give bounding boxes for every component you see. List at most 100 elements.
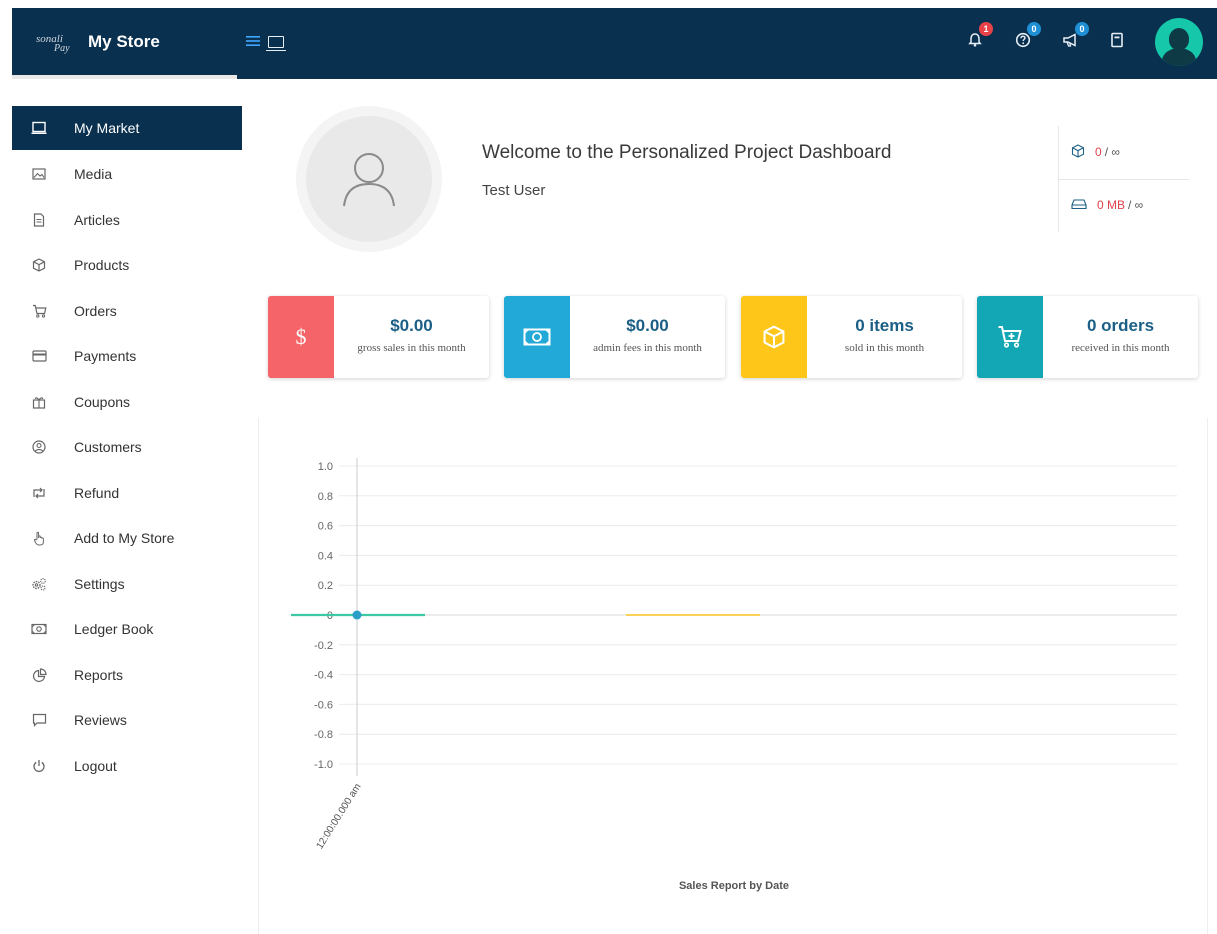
sidebar-item-products[interactable]: Products — [12, 243, 242, 287]
gross-sales-label: gross sales in this month — [357, 342, 466, 354]
document-icon — [30, 211, 48, 229]
sidebar-item-label: Coupons — [74, 394, 131, 410]
sidebar-item-label: Refund — [74, 485, 120, 501]
help-badge: 0 — [1027, 22, 1041, 36]
sidebar-item-label: Add to My Store — [74, 530, 175, 546]
profile-picture[interactable] — [296, 106, 442, 252]
x-tick-label: 12:00:00.000 am — [314, 782, 363, 851]
y-tick-label: 1.0 — [318, 461, 333, 473]
sidebar-item-label: Media — [74, 166, 113, 182]
chart-title: Sales Report by Date — [679, 880, 789, 892]
y-tick-label: -0.8 — [314, 729, 333, 741]
profile-placeholder — [306, 116, 432, 242]
help-icon[interactable]: 0 — [1011, 22, 1041, 56]
brand-area[interactable]: sonali Pay My Store — [12, 8, 237, 79]
dollar-icon: $ — [268, 296, 334, 378]
main-content: Welcome to the Personalized Project Dash… — [256, 86, 1217, 934]
gross-sales-card[interactable]: $ $0.00 gross sales in this month — [268, 296, 489, 378]
gift-icon — [30, 393, 48, 411]
storage-quota-max: / ∞ — [1128, 198, 1144, 212]
bell-icon[interactable]: 1 — [963, 22, 993, 56]
cube-icon — [1071, 143, 1085, 161]
notification-badge: 1 — [979, 22, 993, 36]
y-tick-label: -0.6 — [314, 699, 333, 711]
sidebar-item-label: Payments — [74, 348, 137, 364]
laptop-icon — [30, 119, 48, 137]
book-icon[interactable] — [1105, 32, 1129, 56]
comment-icon — [30, 711, 48, 729]
credit-card-icon — [30, 347, 48, 365]
power-icon — [30, 757, 48, 775]
y-tick-label: -0.4 — [314, 670, 333, 682]
top-icons-group: 1 0 0 — [957, 8, 1217, 79]
cart-plus-icon — [977, 296, 1043, 378]
sidebar-item-refund[interactable]: Refund — [12, 471, 242, 515]
welcome-username: Test User — [482, 182, 546, 199]
cube-icon — [30, 256, 48, 274]
sidebar-item-payments[interactable]: Payments — [12, 334, 242, 378]
admin-fees-card[interactable]: $0.00 admin fees in this month — [504, 296, 725, 378]
storage-quota: 0 MB / ∞ — [1071, 193, 1143, 217]
hdd-icon — [1071, 198, 1087, 213]
sidebar-item-settings[interactable]: Settings — [12, 562, 242, 606]
sidebar-item-label: My Market — [74, 120, 140, 136]
sidebar-item-label: Reports — [74, 667, 124, 683]
storage-quota-value: 0 MB — [1097, 198, 1126, 212]
gross-sales-value: $0.00 — [390, 316, 433, 335]
y-tick-label: 0.6 — [318, 521, 333, 533]
sidebar-item-add-to-my-store[interactable]: Add to My Store — [12, 516, 242, 560]
sidebar: My Market Media Articles Products Orders… — [12, 86, 242, 934]
avatar-head-shape — [1169, 28, 1189, 50]
sidebar-item-ledger-book[interactable]: Ledger Book — [12, 607, 242, 651]
user-icon — [343, 153, 395, 207]
orders-received-card[interactable]: 0 orders received in this month — [977, 296, 1198, 378]
laptop-icon — [266, 36, 287, 51]
welcome-panel: Welcome to the Personalized Project Dash… — [256, 86, 1217, 276]
sidebar-item-articles[interactable]: Articles — [12, 198, 242, 242]
sidebar-item-my-market[interactable]: My Market — [12, 106, 242, 150]
user-circle-icon — [30, 438, 48, 456]
product-quota: 0 / ∞ — [1071, 140, 1120, 164]
sidebar-item-label: Orders — [74, 303, 117, 319]
sales-report-chart: 1.00.80.60.40.20-0.2-0.4-0.6-0.8-1.012:0… — [258, 418, 1208, 934]
y-tick-label: 0.2 — [318, 580, 333, 592]
cart-icon — [30, 302, 48, 320]
items-sold-card[interactable]: 0 items sold in this month — [741, 296, 962, 378]
sidebar-item-coupons[interactable]: Coupons — [12, 380, 242, 424]
welcome-title: Welcome to the Personalized Project Dash… — [482, 142, 892, 163]
quota-divider — [1059, 179, 1189, 180]
money-bill-icon — [30, 620, 48, 638]
megaphone-icon[interactable]: 0 — [1059, 22, 1089, 56]
sidebar-item-reports[interactable]: Reports — [12, 653, 242, 697]
sidebar-item-logout[interactable]: Logout — [12, 744, 242, 788]
logo-text-bottom: Pay — [54, 43, 70, 54]
sidebar-item-label: Ledger Book — [74, 621, 154, 637]
admin-fees-label: admin fees in this month — [593, 342, 702, 354]
orders-received-label: received in this month — [1071, 342, 1170, 354]
sidebar-item-label: Reviews — [74, 712, 127, 728]
y-tick-label: -0.2 — [314, 640, 333, 652]
image-icon — [30, 165, 48, 183]
cogs-icon — [30, 575, 48, 593]
sidebar-item-label: Customers — [74, 439, 142, 455]
orders-received-value: 0 orders — [1086, 316, 1155, 335]
sidebar-item-label: Articles — [74, 212, 120, 228]
retweet-icon — [30, 484, 48, 502]
data-point — [352, 610, 362, 620]
cube-icon — [741, 296, 807, 378]
user-avatar[interactable] — [1155, 18, 1203, 66]
chart-canvas: 1.00.80.60.40.20-0.2-0.4-0.6-0.8-1.012:0… — [291, 458, 1177, 892]
sidebar-item-customers[interactable]: Customers — [12, 425, 242, 469]
sidebar-item-media[interactable]: Media — [12, 152, 242, 196]
brand-title[interactable]: My Store — [88, 32, 160, 52]
hamburger-icon — [246, 34, 260, 52]
items-sold-label: sold in this month — [844, 342, 925, 354]
top-navbar: sonali Pay My Store 1 0 0 — [12, 8, 1217, 79]
avatar-body-shape — [1162, 48, 1196, 66]
sidebar-item-orders[interactable]: Orders — [12, 289, 242, 333]
hand-pointer-icon — [30, 529, 48, 547]
admin-fees-value: $0.00 — [626, 316, 669, 335]
menu-toggle-button[interactable] — [246, 34, 296, 54]
sidebar-item-reviews[interactable]: Reviews — [12, 698, 242, 742]
sidebar-item-label: Products — [74, 257, 130, 273]
